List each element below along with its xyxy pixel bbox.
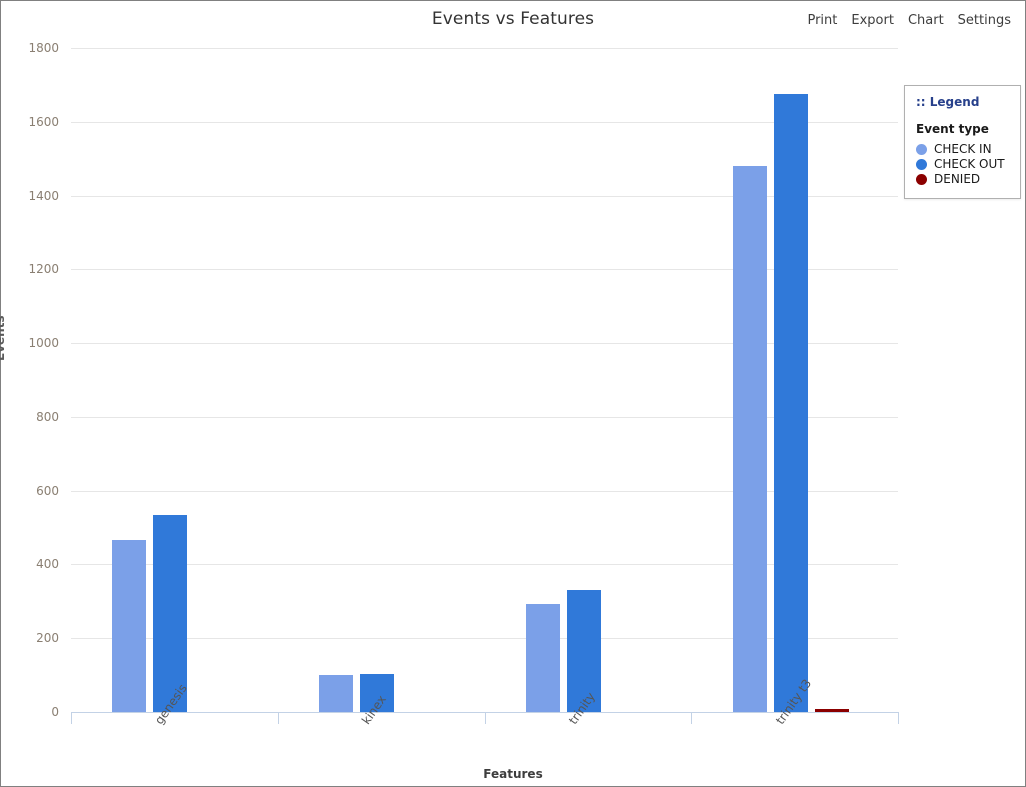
toolbar: Print Export Chart Settings (807, 13, 1011, 28)
y-axis-tick-label: 200 (36, 631, 59, 646)
y-axis-ticks: 0 200 400 600 800 1000 1200 1400 1600 1800 (1, 41, 71, 719)
x-axis-tick-mark (277, 713, 279, 724)
legend-subtitle: Event type (916, 122, 989, 136)
bar-kinex-check-in[interactable] (319, 674, 354, 712)
x-axis-tick-mark (898, 713, 899, 724)
chart-button[interactable]: Chart (908, 13, 944, 28)
legend-item-check-out[interactable]: CHECK OUT (916, 157, 1010, 171)
y-axis-tick-label: 1400 (28, 188, 59, 203)
legend-box: :: Legend Event type CHECK IN CHECK OUT DE… (904, 85, 1021, 199)
legend-swatch-icon (916, 143, 927, 155)
legend-item-label: CHECK IN (934, 142, 992, 156)
y-axis-tick-label: 1600 (28, 114, 59, 129)
bar-trinity-t3-check-in[interactable] (732, 166, 767, 712)
legend-swatch-icon (916, 173, 927, 185)
bars-layer (71, 48, 898, 712)
legend-item-label: DENIED (934, 172, 981, 186)
print-button[interactable]: Print (807, 13, 837, 28)
y-axis-tick-label: 1000 (28, 336, 59, 351)
x-axis-tick-mark (71, 713, 72, 724)
legend-item-denied[interactable]: DENIED (916, 172, 1010, 186)
bar-trinity-t3-check-out[interactable] (773, 94, 808, 712)
y-axis-tick-label: 600 (36, 483, 59, 498)
legend-title: :: Legend (916, 95, 980, 109)
legend-entries: CHECK IN CHECK OUT DENIED (916, 142, 1010, 186)
x-axis-label: Features (483, 767, 543, 781)
x-axis-tick-mark (691, 713, 693, 724)
legend-item-check-in[interactable]: CHECK IN (916, 142, 1010, 156)
y-axis-tick-label: 0 (51, 705, 59, 719)
x-axis-tick-mark (484, 713, 486, 724)
bar-trinity-check-in[interactable] (525, 603, 560, 712)
chart-page: Events vs Features Print Export Chart Setti… (0, 0, 1026, 787)
export-button[interactable]: Export (851, 13, 894, 28)
bar-genesis-check-out[interactable] (153, 514, 188, 712)
y-axis-tick-label: 800 (36, 409, 59, 424)
y-axis-tick-label: 1200 (28, 262, 59, 277)
y-axis-tick-label: 400 (36, 557, 59, 572)
y-axis-label: Events (0, 315, 7, 361)
y-axis-tick-label: 1800 (28, 41, 59, 55)
bar-genesis-check-in[interactable] (112, 540, 147, 712)
legend-swatch-icon (916, 158, 927, 170)
settings-button[interactable]: Settings (958, 13, 1011, 28)
legend-item-label: CHECK OUT (934, 157, 1005, 171)
